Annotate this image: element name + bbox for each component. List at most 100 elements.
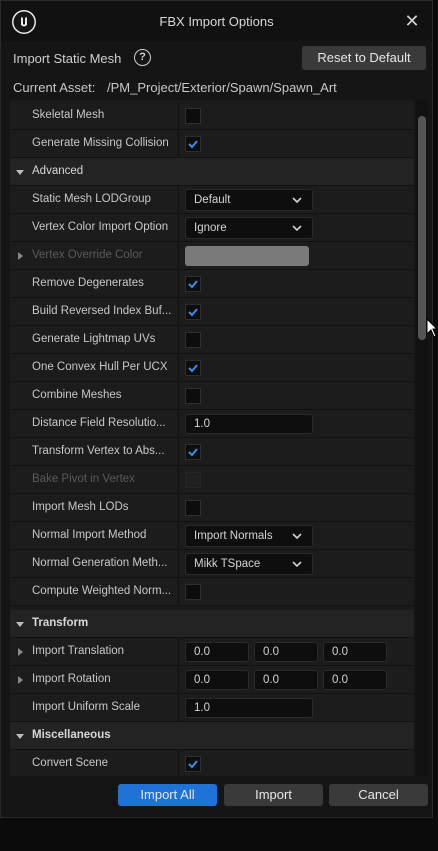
- checkmark-icon: [188, 364, 198, 373]
- row-normal-generation-method: Normal Generation Meth... Mikk TSpace: [10, 550, 414, 578]
- row-one-convex-hull: One Convex Hull Per UCX: [10, 354, 414, 382]
- normal-import-method-value: Import Normals: [194, 530, 273, 542]
- close-icon[interactable]: ✕: [401, 9, 423, 33]
- import-uniform-scale-value: 1.0: [194, 702, 210, 714]
- section-advanced-label: Advanced: [32, 165, 84, 177]
- normal-import-method-dropdown[interactable]: Import Normals: [185, 525, 313, 547]
- lod-group-label: Static Mesh LODGroup: [32, 193, 151, 205]
- checkmark-icon: [188, 280, 198, 289]
- transform-vertex-checkbox[interactable]: [185, 444, 201, 460]
- row-import-mesh-lods: Import Mesh LODs: [10, 494, 414, 522]
- checkmark-icon: [188, 308, 198, 317]
- compute-weighted-normals-label: Compute Weighted Norm...: [32, 585, 172, 597]
- help-icon[interactable]: ?: [134, 49, 151, 66]
- import-translation-z-value: 0.0: [332, 646, 348, 658]
- row-vertex-color-import: Vertex Color Import Option Ignore: [10, 214, 414, 242]
- vertex-override-color-swatch[interactable]: [185, 246, 309, 266]
- row-vertex-override-color: Vertex Override Color: [10, 242, 414, 270]
- row-remove-degenerates: Remove Degenerates: [10, 270, 414, 298]
- options-panel: Skeletal Mesh Generate Missing Collision…: [10, 100, 414, 776]
- row-normal-import-method: Normal Import Method Import Normals: [10, 522, 414, 550]
- distance-field-resolution-value: 1.0: [194, 418, 210, 430]
- import-rotation-z-input[interactable]: 0.0: [323, 670, 387, 690]
- import-uniform-scale-label: Import Uniform Scale: [32, 701, 141, 713]
- mouse-cursor-icon: [426, 318, 438, 338]
- collapse-arrow-icon: [16, 734, 24, 739]
- distance-field-resolution-input[interactable]: 1.0: [185, 414, 313, 434]
- collapse-arrow-icon: [16, 170, 24, 175]
- lod-group-value: Default: [194, 194, 231, 206]
- header-row: Import Static Mesh ? Reset to Default: [1, 45, 432, 73]
- import-rotation-y-input[interactable]: 0.0: [254, 670, 318, 690]
- row-build-reversed-index: Build Reversed Index Buf...: [10, 298, 414, 326]
- row-import-rotation: Import Rotation 0.0 0.0 0.0: [10, 666, 414, 694]
- import-translation-y-input[interactable]: 0.0: [254, 642, 318, 662]
- one-convex-hull-label: One Convex Hull Per UCX: [32, 361, 168, 373]
- import-rotation-y-value: 0.0: [263, 674, 279, 686]
- remove-degenerates-label: Remove Degenerates: [32, 277, 144, 289]
- cancel-button[interactable]: Cancel: [329, 784, 428, 806]
- row-import-translation: Import Translation 0.0 0.0 0.0: [10, 638, 414, 666]
- row-lod-group: Static Mesh LODGroup Default: [10, 186, 414, 214]
- section-miscellaneous[interactable]: Miscellaneous: [10, 722, 414, 750]
- scrollbar-thumb[interactable]: [418, 116, 426, 340]
- import-rotation-z-value: 0.0: [332, 674, 348, 686]
- expand-arrow-icon[interactable]: [18, 648, 23, 656]
- import-translation-z-input[interactable]: 0.0: [323, 642, 387, 662]
- row-generate-missing-collision: Generate Missing Collision: [10, 130, 414, 158]
- normal-generation-method-value: Mikk TSpace: [194, 558, 261, 570]
- build-reversed-index-label: Build Reversed Index Buf...: [32, 305, 172, 317]
- checkmark-icon: [188, 448, 198, 457]
- combine-meshes-checkbox[interactable]: [185, 388, 201, 404]
- title-bar[interactable]: FBX Import Options ✕: [1, 1, 432, 41]
- row-transform-vertex: Transform Vertex to Abs...: [10, 438, 414, 466]
- current-asset-label: Current Asset:: [13, 80, 96, 95]
- convert-scene-checkbox[interactable]: [185, 756, 201, 772]
- import-button[interactable]: Import: [224, 784, 323, 806]
- section-transform[interactable]: Transform: [10, 610, 414, 638]
- current-asset: Current Asset: /PM_Project/Exterior/Spaw…: [13, 80, 337, 95]
- row-import-uniform-scale: Import Uniform Scale 1.0: [10, 694, 414, 722]
- import-rotation-x-value: 0.0: [194, 674, 210, 686]
- lod-group-dropdown[interactable]: Default: [185, 189, 313, 211]
- collapse-arrow-icon: [16, 622, 24, 627]
- bake-pivot-checkbox: [185, 472, 201, 488]
- row-distance-field-resolution: Distance Field Resolutio... 1.0: [10, 410, 414, 438]
- distance-field-resolution-label: Distance Field Resolutio...: [32, 417, 166, 429]
- convert-scene-label: Convert Scene: [32, 757, 109, 769]
- import-translation-x-input[interactable]: 0.0: [185, 642, 249, 662]
- skeletal-mesh-label: Skeletal Mesh: [32, 109, 105, 121]
- generate-lightmap-uvs-label: Generate Lightmap UVs: [32, 333, 156, 345]
- row-compute-weighted-normals: Compute Weighted Norm...: [10, 578, 414, 606]
- compute-weighted-normals-checkbox[interactable]: [185, 584, 201, 600]
- expand-arrow-icon[interactable]: [18, 252, 23, 260]
- skeletal-mesh-checkbox[interactable]: [185, 108, 201, 124]
- import-uniform-scale-input[interactable]: 1.0: [185, 698, 313, 718]
- bake-pivot-label: Bake Pivot in Vertex: [32, 473, 135, 485]
- chevron-down-icon: [292, 561, 302, 568]
- one-convex-hull-checkbox[interactable]: [185, 360, 201, 376]
- import-translation-label: Import Translation: [32, 645, 125, 657]
- import-mesh-lods-checkbox[interactable]: [185, 500, 201, 516]
- normal-generation-method-dropdown[interactable]: Mikk TSpace: [185, 553, 313, 575]
- window-title: FBX Import Options: [159, 14, 274, 29]
- current-asset-path: /PM_Project/Exterior/Spawn/Spawn_Art: [107, 80, 337, 95]
- chevron-down-icon: [292, 197, 302, 204]
- expand-arrow-icon[interactable]: [18, 676, 23, 684]
- checkmark-icon: [188, 760, 198, 769]
- import-rotation-x-input[interactable]: 0.0: [185, 670, 249, 690]
- import-rotation-label: Import Rotation: [32, 673, 111, 685]
- row-skeletal-mesh: Skeletal Mesh: [10, 102, 414, 130]
- generate-missing-collision-checkbox[interactable]: [185, 136, 201, 152]
- vertex-color-import-dropdown[interactable]: Ignore: [185, 217, 313, 239]
- remove-degenerates-checkbox[interactable]: [185, 276, 201, 292]
- import-mesh-lods-label: Import Mesh LODs: [32, 501, 129, 513]
- import-all-button[interactable]: Import All: [118, 784, 217, 806]
- dialog-heading: Import Static Mesh: [13, 51, 122, 66]
- reset-to-default-button[interactable]: Reset to Default: [302, 46, 426, 70]
- generate-lightmap-uvs-checkbox[interactable]: [185, 332, 201, 348]
- row-generate-lightmap-uvs: Generate Lightmap UVs: [10, 326, 414, 354]
- build-reversed-index-checkbox[interactable]: [185, 304, 201, 320]
- section-advanced[interactable]: Advanced: [10, 158, 414, 186]
- dialog-footer: Import All Import Cancel: [0, 780, 431, 810]
